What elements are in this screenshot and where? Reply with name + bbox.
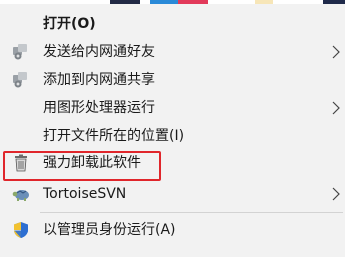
menu-item-open[interactable]: 打开(O) <box>0 10 345 38</box>
menu-item-run-with-gpu[interactable]: 用图形处理器运行 <box>0 94 345 122</box>
menu-item-label: 发送给内网通好友 <box>43 44 155 60</box>
share-network-icon <box>12 71 30 89</box>
menu-item-label: 以管理员身份运行(A) <box>43 222 176 238</box>
menu-item-label: 打开文件所在的位置(I) <box>43 128 185 144</box>
share-network-icon <box>12 43 30 61</box>
menu-item-open-file-location[interactable]: 打开文件所在的位置(I) <box>0 122 345 150</box>
menu-item-label: 添加到内网通共享 <box>43 72 155 88</box>
red-highlight-annotation <box>3 151 161 181</box>
menu-item-send-to-lan-friend[interactable]: 发送给内网通好友 <box>0 38 345 66</box>
chevron-right-icon <box>331 100 341 116</box>
menu-item-label: 用图形处理器运行 <box>43 100 155 116</box>
tortoise-svn-icon <box>12 185 30 203</box>
menu-item-run-as-admin[interactable]: 以管理员身份运行(A) <box>0 216 345 244</box>
menu-item-label: TortoiseSVN <box>43 186 127 202</box>
menu-item-add-to-lan-share[interactable]: 添加到内网通共享 <box>0 66 345 94</box>
menu-item-label: 打开(O) <box>43 16 96 32</box>
context-menu: 打开(O) 发送给内网通好友 添加到内网通共享 用图形处理器运行 打开文件所在的… <box>0 4 345 257</box>
menu-item-tortoisesvn[interactable]: TortoiseSVN <box>0 180 345 208</box>
uac-shield-icon <box>12 221 30 239</box>
chevron-right-icon <box>331 44 341 60</box>
chevron-right-icon <box>331 186 341 202</box>
menu-separator <box>40 212 343 213</box>
